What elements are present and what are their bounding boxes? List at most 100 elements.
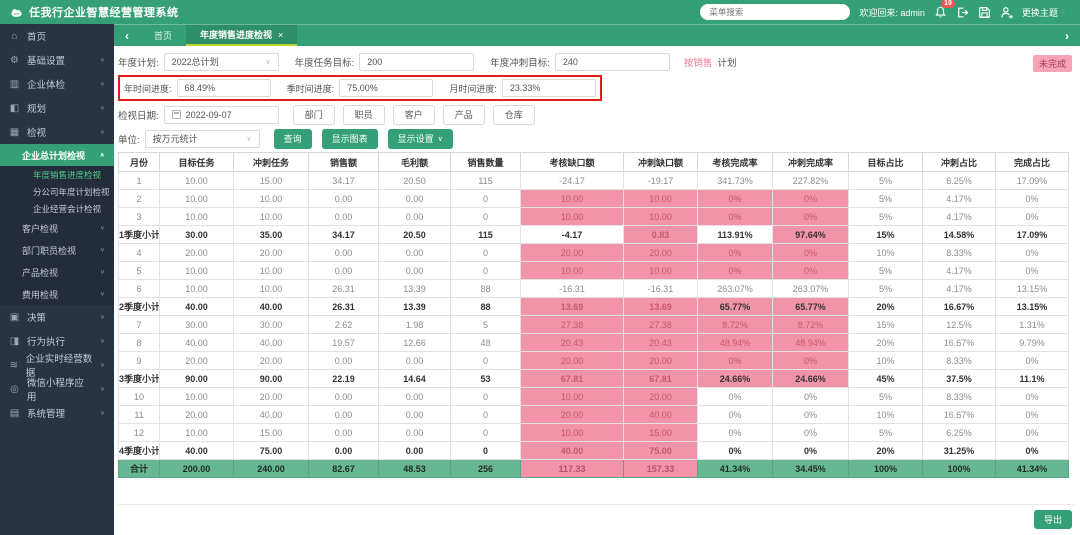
sidebar-item[interactable]: ▤系统管理∨ <box>0 401 114 425</box>
plan-select[interactable]: 2022总计划 ∨ <box>164 53 279 71</box>
table-cell: 48.94% <box>698 334 773 352</box>
table-body: 110.0015.0034.1720.50115-24.17-19.17341.… <box>119 172 1069 478</box>
table-cell: 0% <box>996 190 1069 208</box>
table-cell: 115 <box>451 226 521 244</box>
table-cell: 0% <box>773 442 849 460</box>
table-cell: 157.33 <box>624 460 698 478</box>
column-header: 销售额 <box>309 153 379 172</box>
export-button[interactable]: 导出 <box>1034 510 1072 529</box>
sidebar-item-label: 决策 <box>27 310 46 324</box>
table-cell: 20.00 <box>521 406 624 424</box>
review-icon: ▦ <box>9 127 20 138</box>
table-cell: 20.00 <box>521 244 624 262</box>
sidebar-item[interactable]: ▥企业体检∨ <box>0 72 114 96</box>
show-chart-button[interactable]: 显示图表 <box>322 129 378 149</box>
sprint-target-field[interactable] <box>555 53 670 71</box>
sidebar-item[interactable]: ⚙基础设置∨ <box>0 48 114 72</box>
table-cell: 0% <box>996 244 1069 262</box>
table-cell: 100% <box>849 460 923 478</box>
table-row: 210.0010.000.000.00010.0010.000%0%5%4.17… <box>119 190 1069 208</box>
theme-switcher[interactable]: 更换主题∨ <box>1022 6 1066 19</box>
table-cell: 5% <box>849 262 923 280</box>
unit-select[interactable]: 按万元统计 ∨ <box>145 130 260 148</box>
search-input[interactable] <box>709 7 841 17</box>
table-cell: 0% <box>996 442 1069 460</box>
table-row: 310.0010.000.000.00010.0010.000%0%5%4.17… <box>119 208 1069 226</box>
scope-button[interactable]: 客户 <box>393 105 435 125</box>
month-progress-field[interactable] <box>502 79 596 97</box>
sidebar-item[interactable]: ◧规划∨ <box>0 96 114 120</box>
plan-filter-row: 年度计划: 2022总计划 ∨ 年度任务目标: 年度冲刺目标: 按销售 计划 <box>118 51 1074 72</box>
sidebar-section-item[interactable]: 客户检视∨ <box>0 217 114 239</box>
sidebar-item[interactable]: ▣决策∨ <box>0 305 114 329</box>
sidebar-item-label: 基础设置 <box>27 53 65 67</box>
sidebar-item[interactable]: ⌂首页 <box>0 24 114 48</box>
table-cell: 17.09% <box>996 172 1069 190</box>
sidebar-item[interactable]: ≋企业实时经营数据∨ <box>0 353 114 377</box>
sidebar-section-item[interactable]: 费用检视∨ <box>0 283 114 305</box>
table-cell: 1.98 <box>379 316 451 334</box>
table-cell: 20% <box>849 298 923 316</box>
close-icon[interactable]: × <box>278 30 283 40</box>
calendar-icon <box>172 110 181 119</box>
query-button[interactable]: 查询 <box>274 129 312 149</box>
quarter-progress-input[interactable] <box>347 83 425 93</box>
table-cell: 0% <box>773 352 849 370</box>
share-icon[interactable] <box>1000 6 1013 19</box>
month-progress-input[interactable] <box>510 83 588 93</box>
sidebar-leaf-item[interactable]: 分公司年度计划检视 <box>0 183 114 200</box>
sprint-target-input[interactable] <box>563 57 662 67</box>
sidebar-leaf-item[interactable]: 年度销售进度检视 <box>0 166 114 183</box>
sidebar-section-item[interactable]: 产品检视∨ <box>0 261 114 283</box>
sidebar-section-item[interactable]: 部门职员检视∨ <box>0 239 114 261</box>
table-cell: 97.64% <box>773 226 849 244</box>
table-cell: 0% <box>698 424 773 442</box>
table-cell: 13.15% <box>996 298 1069 316</box>
tabs-back-icon[interactable]: ‹ <box>114 25 140 46</box>
scope-button[interactable]: 部门 <box>293 105 335 125</box>
table-cell: 20.00 <box>160 352 234 370</box>
sidebar-section-item[interactable]: 企业总计划检视∧ <box>0 144 114 166</box>
table-cell: 2.62 <box>309 316 379 334</box>
scope-button[interactable]: 职员 <box>343 105 385 125</box>
scope-button[interactable]: 仓库 <box>493 105 535 125</box>
review-date-picker[interactable]: 2022-09-07 <box>164 106 279 124</box>
chevron-down-icon: ∨ <box>100 105 105 111</box>
tab-label: 首页 <box>154 29 172 42</box>
sidebar-item[interactable]: ▦检视∧ <box>0 120 114 144</box>
sidebar-leaf-item[interactable]: 企业经营会计检视 <box>0 200 114 217</box>
notification-badge: 19 <box>941 0 955 8</box>
save-icon[interactable] <box>978 6 991 19</box>
menu-search[interactable] <box>700 4 850 20</box>
table-row: 4季度小计40.0075.000.000.00040.0075.000%0%20… <box>119 442 1069 460</box>
year-progress-field[interactable] <box>177 79 271 97</box>
table-cell: 7 <box>119 316 160 334</box>
display-settings-button[interactable]: 显示设置∨ <box>388 129 453 149</box>
column-header: 考核完成率 <box>698 153 773 172</box>
table-cell: 0% <box>996 262 1069 280</box>
table-cell: 12 <box>119 424 160 442</box>
task-target-field[interactable] <box>359 53 474 71</box>
tab-item[interactable]: 首页 <box>140 25 186 46</box>
table-cell: 15.00 <box>624 424 698 442</box>
column-header: 冲刺缺口额 <box>624 153 698 172</box>
year-progress-input[interactable] <box>185 83 263 93</box>
sidebar-item[interactable]: ◎微信小程序应用∨ <box>0 377 114 401</box>
quarter-progress-field[interactable] <box>339 79 433 97</box>
table-cell: 40.00 <box>624 406 698 424</box>
tabs-forward-icon[interactable]: › <box>1054 25 1080 46</box>
notifications[interactable]: 19 <box>934 6 947 19</box>
sidebar-item[interactable]: ◨行为执行∨ <box>0 329 114 353</box>
table-row: 920.0020.000.000.00020.0020.000%0%10%8.3… <box>119 352 1069 370</box>
scope-button[interactable]: 产品 <box>443 105 485 125</box>
table-cell: 0.00 <box>379 244 451 262</box>
sidebar-section-label: 企业总计划检视 <box>22 149 85 162</box>
table-cell: 8.33% <box>923 388 996 406</box>
tab-item[interactable]: 年度销售进度检视× <box>186 25 297 46</box>
scope-buttons: 部门职员客户产品仓库 <box>293 105 535 125</box>
table-cell: 0.00 <box>379 262 451 280</box>
logout-icon[interactable] <box>956 6 969 19</box>
column-header: 冲刺任务 <box>234 153 309 172</box>
task-target-input[interactable] <box>367 57 466 67</box>
sidebar-menu: ⌂首页⚙基础设置∨▥企业体检∨◧规划∨▦检视∧企业总计划检视∧年度销售进度检视分… <box>0 24 114 425</box>
